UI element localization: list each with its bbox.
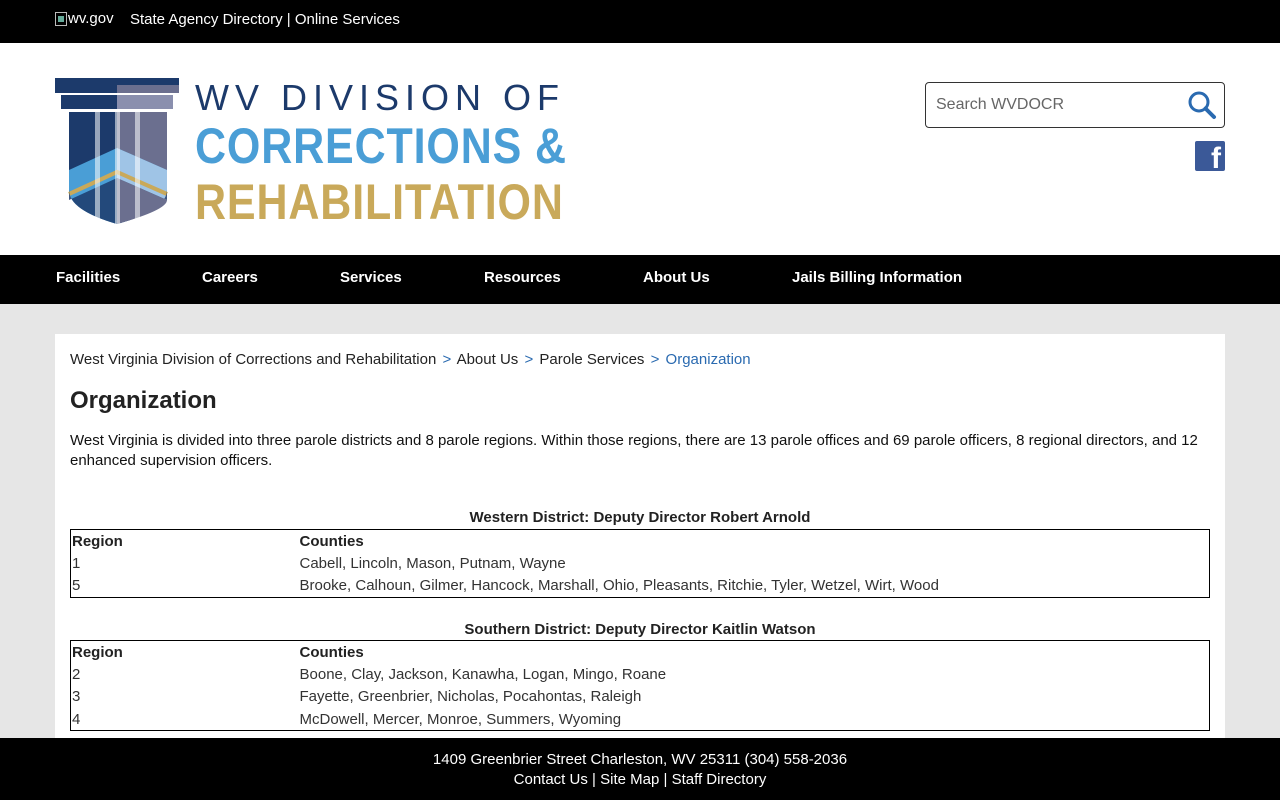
broken-image-icon bbox=[55, 11, 67, 26]
region-header: Region bbox=[72, 643, 123, 661]
wvgov-alt-text: wv.gov bbox=[68, 10, 114, 27]
counties-header: Counties bbox=[299, 532, 364, 550]
table-header-row: Region Counties bbox=[71, 641, 1210, 664]
region-cell: 3 bbox=[72, 688, 81, 706]
logo-text: WV DIVISION OF CORRECTIONS & REHABILITAT… bbox=[195, 77, 627, 231]
region-header: Region bbox=[72, 532, 123, 550]
intro-paragraph: West Virginia is divided into three paro… bbox=[70, 432, 1198, 469]
nav-item-resources[interactable]: Resources bbox=[484, 269, 561, 286]
nav-item-about-us[interactable]: About Us bbox=[643, 269, 710, 286]
region-cell: 5 bbox=[72, 577, 81, 594]
footer-address: 1409 Greenbrier Street Charleston, WV 25… bbox=[432, 751, 848, 768]
top-links: State Agency Directory | Online Services bbox=[130, 11, 400, 28]
table-row: 5 Brooke, Calhoun, Gilmer, Hancock, Mars… bbox=[71, 575, 1210, 598]
search-input[interactable] bbox=[936, 93, 1176, 117]
southern-district-title: Southern District: Deputy Director Kaitl… bbox=[464, 621, 816, 638]
counties-cell: Boone, Clay, Jackson, Kanawha, Logan, Mi… bbox=[299, 665, 667, 683]
region-cell: 4 bbox=[72, 710, 81, 728]
table-row: 2 Boone, Clay, Jackson, Kanawha, Logan, … bbox=[71, 663, 1210, 686]
region-cell: 1 bbox=[72, 554, 81, 572]
breadcrumb-home[interactable]: West Virginia Division of Corrections an… bbox=[70, 351, 436, 368]
breadcrumb-separator: > bbox=[442, 351, 452, 368]
top-bar: wv.gov State Agency Directory | Online S… bbox=[0, 0, 1280, 43]
region-cell: 2 bbox=[72, 665, 81, 683]
footer-links: Contact Us | Site Map | Staff Directory bbox=[0, 771, 1280, 788]
contact-us-link[interactable]: Contact Us bbox=[514, 771, 588, 788]
counties-cell: Cabell, Lincoln, Mason, Putnam, Wayne bbox=[299, 554, 566, 572]
site-header: WV DIVISION OF CORRECTIONS & REHABILITAT… bbox=[0, 43, 1280, 255]
breadcrumb: West Virginia Division of Corrections an… bbox=[70, 351, 751, 368]
table-header-row: Region Counties bbox=[71, 530, 1210, 553]
nav-item-services[interactable]: Services bbox=[340, 269, 402, 286]
wvgov-logo-link[interactable]: wv.gov bbox=[55, 10, 114, 27]
nav-item-careers[interactable]: Careers bbox=[202, 269, 258, 286]
staff-directory-link[interactable]: Staff Directory bbox=[672, 771, 767, 788]
main-nav: Facilities Careers Services Resources Ab… bbox=[0, 255, 1280, 304]
counties-cell: McDowell, Mercer, Monroe, Summers, Wyomi… bbox=[299, 710, 622, 728]
site-map-link[interactable]: Site Map bbox=[600, 771, 659, 788]
southern-district-table: Region Counties 2 Boone, Clay, Jackson, … bbox=[70, 640, 1210, 731]
agency-directory-link[interactable]: State Agency Directory bbox=[130, 11, 283, 28]
logo-line-corrections: CORRECTIONS & bbox=[195, 118, 567, 174]
facebook-link[interactable]: f bbox=[1195, 141, 1225, 175]
facebook-icon: f bbox=[1211, 142, 1221, 175]
wvdocr-logo[interactable]: WV DIVISION OF CORRECTIONS & REHABILITAT… bbox=[55, 78, 575, 230]
table-row: 4 McDowell, Mercer, Monroe, Summers, Wyo… bbox=[71, 708, 1210, 731]
online-services-link[interactable]: Online Services bbox=[295, 11, 400, 28]
counties-cell: Brooke, Calhoun, Gilmer, Hancock, Marsha… bbox=[299, 577, 939, 594]
table-row: 1 Cabell, Lincoln, Mason, Putnam, Wayne bbox=[71, 552, 1210, 575]
nav-item-jails-billing[interactable]: Jails Billing Information bbox=[792, 269, 962, 286]
search-icon[interactable] bbox=[1186, 89, 1218, 121]
site-footer: 1409 Greenbrier Street Charleston, WV 25… bbox=[0, 738, 1280, 800]
logo-line-division: WV DIVISION OF bbox=[195, 77, 566, 118]
breadcrumb-current: Organization bbox=[665, 351, 751, 368]
breadcrumb-separator: > bbox=[524, 351, 534, 368]
pillar-shield-icon bbox=[55, 78, 179, 224]
main-content: West Virginia Division of Corrections an… bbox=[55, 334, 1225, 754]
nav-item-facilities[interactable]: Facilities bbox=[56, 269, 120, 286]
breadcrumb-about-us[interactable]: About Us bbox=[457, 351, 519, 368]
search-box bbox=[925, 82, 1225, 128]
western-district-title: Western District: Deputy Director Robert… bbox=[469, 509, 811, 526]
table-row: 3 Fayette, Greenbrier, Nicholas, Pocahon… bbox=[71, 686, 1210, 709]
counties-header: Counties bbox=[299, 643, 364, 661]
footer-separator: | bbox=[663, 771, 668, 788]
breadcrumb-parole-services[interactable]: Parole Services bbox=[539, 351, 644, 368]
page-title: Organization bbox=[70, 387, 217, 414]
counties-cell: Fayette, Greenbrier, Nicholas, Pocahonta… bbox=[299, 688, 642, 706]
western-district-table: Region Counties 1 Cabell, Lincoln, Mason… bbox=[70, 529, 1210, 598]
logo-line-rehabilitation: REHABILITATION bbox=[195, 174, 564, 230]
top-links-separator: | bbox=[286, 11, 291, 28]
breadcrumb-separator: > bbox=[650, 351, 660, 368]
footer-separator: | bbox=[592, 771, 596, 788]
